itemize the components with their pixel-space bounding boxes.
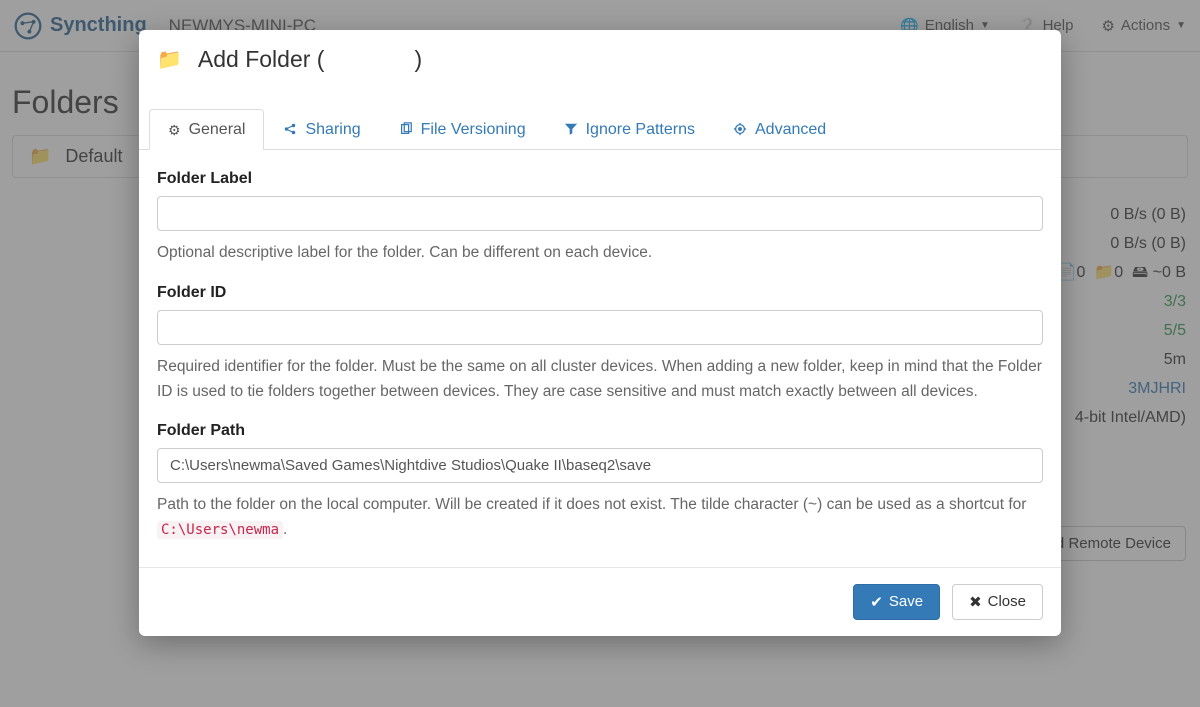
- folder-id-input[interactable]: [157, 310, 1043, 345]
- folder-icon: 📁: [157, 47, 182, 72]
- folder-label-input[interactable]: [157, 196, 1043, 231]
- sliders-icon: [733, 122, 747, 139]
- folder-id-help: Required identifier for the folder. Must…: [157, 355, 1043, 405]
- tab-label: Advanced: [755, 121, 826, 139]
- folder-label-label: Folder Label: [157, 170, 1043, 188]
- close-icon: ✖: [969, 593, 982, 611]
- add-folder-modal: 📁 Add Folder () ⚙ General Sharing File V…: [139, 30, 1061, 636]
- tab-sharing[interactable]: Sharing: [264, 109, 379, 150]
- folder-id-group: Folder ID Required identifier for the fo…: [157, 284, 1043, 405]
- modal-overlay: 📁 Add Folder () ⚙ General Sharing File V…: [0, 0, 1200, 707]
- tab-label: General: [189, 121, 246, 139]
- tab-label: File Versioning: [421, 121, 526, 139]
- folder-path-input[interactable]: [157, 448, 1043, 483]
- modal-title: Add Folder (): [198, 46, 422, 73]
- save-button[interactable]: ✔ Save: [853, 584, 940, 620]
- folder-label-group: Folder Label Optional descriptive label …: [157, 170, 1043, 266]
- gear-icon: ⚙: [168, 122, 181, 139]
- filter-icon: [564, 122, 578, 139]
- tab-advanced[interactable]: Advanced: [714, 109, 845, 150]
- share-icon: [283, 122, 297, 139]
- save-label: Save: [889, 593, 923, 610]
- folder-path-help: Path to the folder on the local computer…: [157, 493, 1043, 543]
- tab-ignore-patterns[interactable]: Ignore Patterns: [545, 109, 714, 150]
- close-label: Close: [988, 593, 1026, 610]
- check-icon: ✔: [870, 593, 883, 611]
- folder-path-group: Folder Path Path to the folder on the lo…: [157, 422, 1043, 543]
- modal-body: Folder Label Optional descriptive label …: [139, 150, 1061, 567]
- tab-general[interactable]: ⚙ General: [149, 109, 264, 150]
- close-button[interactable]: ✖ Close: [952, 584, 1043, 620]
- modal-header: 📁 Add Folder (): [139, 30, 1061, 83]
- folder-path-label: Folder Path: [157, 422, 1043, 440]
- modal-tabs: ⚙ General Sharing File Versioning Ignor: [139, 109, 1061, 150]
- tab-file-versioning[interactable]: File Versioning: [380, 109, 545, 150]
- copy-icon: [399, 122, 413, 139]
- tab-label: Ignore Patterns: [586, 121, 695, 139]
- folder-label-help: Optional descriptive label for the folde…: [157, 241, 1043, 266]
- modal-footer: ✔ Save ✖ Close: [139, 567, 1061, 636]
- tab-label: Sharing: [305, 121, 360, 139]
- tilde-path-code: C:\Users\newma: [157, 521, 283, 539]
- folder-id-label: Folder ID: [157, 284, 1043, 302]
